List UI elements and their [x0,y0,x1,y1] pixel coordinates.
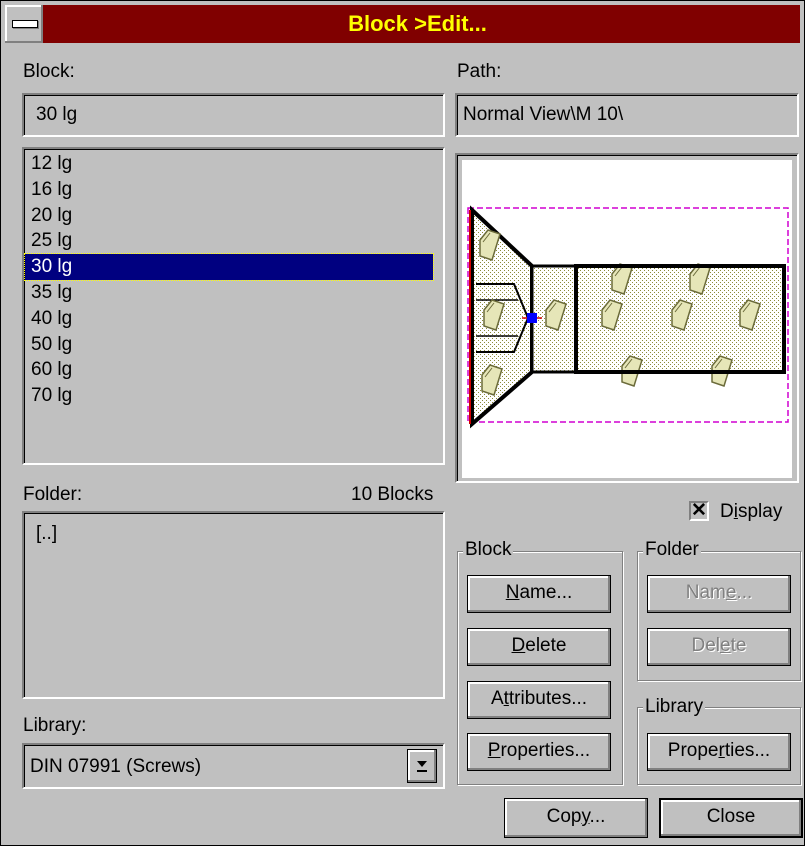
block-delete-button[interactable]: Delete [467,628,611,666]
system-menu-button[interactable] [5,5,43,43]
library-group-label: Library [643,696,706,717]
path-label: Path: [457,61,502,82]
folder-label: Folder: [23,484,83,505]
block-attributes-button[interactable]: Attributes... [467,681,611,719]
list-item[interactable]: 25 lg [25,228,433,254]
list-item[interactable]: 70 lg [25,383,433,409]
block-preview-frame [455,153,799,483]
path-field: Normal View\M 10\ [455,93,799,137]
list-item[interactable]: 60 lg [25,357,433,383]
library-label: Library: [23,715,87,736]
system-menu-icon [12,20,38,28]
display-label: Display [720,501,783,522]
block-list[interactable]: 12 lg 16 lg 20 lg 25 lg 30 lg 35 lg 40 lg 50 lg… [22,147,445,465]
title-bar[interactable]: Block >Edit... [5,5,800,43]
block-label: Block: [23,61,75,82]
screw-preview-image [462,160,792,478]
library-properties-button[interactable]: Properties... [647,733,791,771]
block-edit-dialog: Block >Edit... Block: 30 lg 12 lg 16 lg 20… [0,0,805,846]
library-dropdown-button[interactable] [407,749,437,783]
folder-list[interactable]: [..] [22,511,445,699]
library-value: DIN 07991 (Screws) [30,756,202,777]
list-item[interactable]: 20 lg [25,203,433,229]
list-item[interactable]: 12 lg [25,151,433,177]
list-item[interactable]: 16 lg [25,177,433,203]
block-name-button[interactable]: Name... [467,575,611,613]
close-button[interactable]: Close [659,798,803,838]
window-title: Block >Edit... [348,11,487,36]
list-item[interactable]: 50 lg [25,332,433,358]
folder-name-button[interactable]: Name... [647,575,791,613]
block-name-field: 30 lg [22,93,445,137]
folder-delete-button[interactable]: Delete [647,628,791,666]
list-item[interactable]: 35 lg [25,280,433,306]
block-group-label: Block [463,539,514,560]
block-properties-button[interactable]: Properties... [467,733,611,771]
copy-button[interactable]: Copy... [504,798,648,838]
folder-block-count: 10 Blocks [351,484,434,505]
list-item-selected[interactable]: 30 lg [24,253,434,282]
library-combobox[interactable]: DIN 07991 (Screws) [22,743,445,789]
block-name-value: 30 lg [36,104,78,125]
folder-item-parent[interactable]: [..] [30,521,438,547]
list-item[interactable]: 40 lg [25,306,433,332]
folder-group-label: Folder [643,539,701,560]
checkbox-checked-icon: ✕ [691,500,707,521]
display-checkbox[interactable]: ✕ [689,500,709,521]
path-value: Normal View\M 10\ [463,104,624,125]
dropdown-arrow-icon [417,761,427,772]
